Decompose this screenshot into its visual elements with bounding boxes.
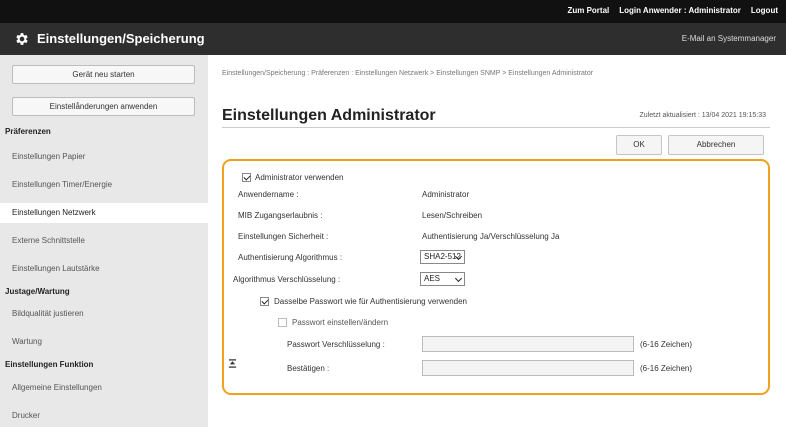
confirm-password-hint: (6-16 Zeichen) bbox=[640, 364, 693, 373]
restart-button[interactable]: Gerät neu starten bbox=[12, 65, 195, 84]
cancel-button[interactable]: Abbrechen bbox=[668, 135, 764, 155]
confirm-password-label: Bestätigen : bbox=[287, 364, 330, 373]
sidebar-item-timer-energy[interactable]: Einstellungen Timer/Energie bbox=[0, 175, 208, 195]
sidebar-item-network[interactable]: Einstellungen Netzwerk bbox=[0, 203, 208, 223]
password-encryption-hint: (6-16 Zeichen) bbox=[640, 340, 693, 349]
mail-link[interactable]: E-Mail an Systemmanager bbox=[682, 34, 776, 43]
mib-access-label: MIB Zugangserlaubnis : bbox=[238, 211, 323, 220]
gear-icon bbox=[16, 33, 28, 45]
use-admin-checkbox[interactable] bbox=[242, 173, 251, 182]
same-password-checkbox[interactable] bbox=[260, 297, 269, 306]
encryption-algorithm-value: AES bbox=[424, 274, 441, 283]
username-label: Anwendername : bbox=[238, 190, 299, 199]
same-password-label: Dasselbe Passwort wie für Authentisierun… bbox=[274, 297, 467, 306]
set-password-label: Passwort einstellen/ändern bbox=[292, 318, 389, 327]
mib-access-value: Lesen/Schreiben bbox=[422, 211, 483, 220]
sidebar-item-printer[interactable]: Drucker bbox=[0, 406, 208, 426]
sidebar-item-image-quality[interactable]: Bildqualität justieren bbox=[0, 304, 208, 324]
use-admin-label: Administrator verwenden bbox=[255, 173, 344, 182]
sidebar: Gerät neu starten Einstellånderungen anw… bbox=[0, 55, 208, 427]
sidebar-item-paper[interactable]: Einstellungen Papier bbox=[0, 147, 208, 167]
sidebar-item-general-settings[interactable]: Allgemeine Einstellungen bbox=[0, 378, 208, 398]
username-value: Administrator bbox=[422, 190, 470, 199]
title-bar: Einstellungen/Speicherung E-Mail an Syst… bbox=[0, 23, 786, 55]
login-user: Administrator bbox=[688, 6, 741, 15]
password-encryption-field[interactable] bbox=[422, 336, 634, 352]
app-title: Einstellungen/Speicherung bbox=[37, 31, 205, 46]
top-bar: Zum Portal Login Anwender : Administrato… bbox=[0, 0, 786, 23]
ok-button[interactable]: OK bbox=[616, 135, 662, 155]
confirm-password-field[interactable] bbox=[422, 360, 634, 376]
encryption-algorithm-select[interactable]: AES bbox=[420, 272, 465, 286]
password-encryption-label: Passwort Verschlüsselung : bbox=[287, 340, 385, 349]
breadcrumb: Einstellungen/Speicherung : Präferenzen … bbox=[222, 70, 594, 77]
scroll-to-top-icon[interactable] bbox=[228, 359, 237, 368]
security-label: Einstellungen Sicherheit : bbox=[238, 232, 329, 241]
divider bbox=[222, 127, 770, 128]
logout-link[interactable]: Logout bbox=[751, 6, 778, 15]
login-label: Login Anwender : bbox=[619, 6, 687, 15]
last-updated: Zuletzt aktualisiert : 13/04 2021 19:15:… bbox=[639, 112, 766, 119]
login-user-label: Login Anwender : Administrator bbox=[619, 6, 741, 15]
section-title-adjustment: Justage/Wartung bbox=[5, 287, 70, 296]
set-password-checkbox[interactable] bbox=[278, 318, 287, 327]
encryption-algorithm-label: Algorithmus Verschlüsselung : bbox=[233, 275, 341, 284]
page-title: Einstellungen Administrator bbox=[222, 107, 436, 124]
section-title-function: Einstellungen Funktion bbox=[5, 360, 94, 369]
auth-algorithm-select[interactable]: SHA2-512 bbox=[420, 250, 465, 264]
auth-algorithm-label: Authentisierung Algorithmus : bbox=[238, 253, 343, 262]
sidebar-item-external-interface[interactable]: Externe Schnittstelle bbox=[0, 231, 208, 251]
apply-changes-button[interactable]: Einstellånderungen anwenden bbox=[12, 97, 195, 116]
sidebar-item-volume[interactable]: Einstellungen Lautstärke bbox=[0, 259, 208, 279]
sidebar-item-maintenance[interactable]: Wartung bbox=[0, 332, 208, 352]
portal-link[interactable]: Zum Portal bbox=[567, 6, 609, 15]
chevron-down-icon bbox=[454, 274, 463, 283]
main-content: Einstellungen/Speicherung : Präferenzen … bbox=[208, 55, 786, 427]
settings-panel: Administrator verwenden Anwendername : A… bbox=[222, 159, 770, 395]
security-value: Authentisierung Ja/Verschlüsselung Ja bbox=[422, 232, 560, 241]
section-title-preferences: Präferenzen bbox=[5, 127, 51, 136]
top-links: Zum Portal Login Anwender : Administrato… bbox=[567, 6, 778, 15]
